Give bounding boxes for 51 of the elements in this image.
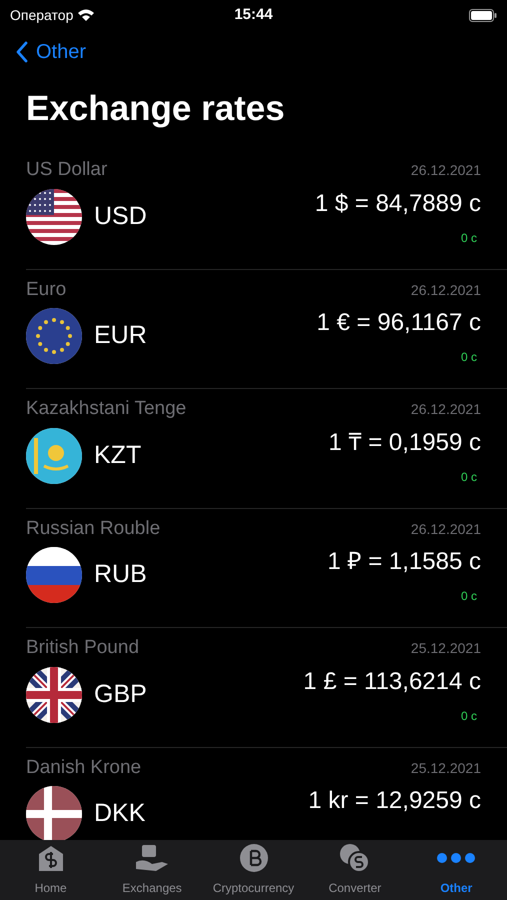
back-button[interactable]: Other: [0, 30, 102, 74]
carrier-name: Оператор: [10, 6, 74, 25]
rate-change: 0 с: [460, 468, 478, 486]
currency-name: Russian Rouble: [26, 516, 160, 540]
currency-name: Euro: [26, 278, 66, 302]
battery-icon: [469, 8, 497, 22]
exchange-rate: 1 ₽ = 1,1585 с: [328, 547, 481, 577]
more-icon: [436, 852, 476, 864]
tab-item[interactable]: Cryptocurrency: [202, 840, 304, 900]
rate-row[interactable]: Euro 26.12.2021 EUR 1 € = 96,1167 с 0 с: [26, 270, 507, 389]
chevron-left-icon: [16, 41, 28, 63]
rate-row[interactable]: Kazakhstani Tenge 26.12.2021 KZT 1 ₸ = 0,1959 с 0 с: [26, 389, 507, 508]
flag-icon: [26, 547, 82, 603]
exchange-rate: 1 £ = 113,6214 с: [303, 666, 481, 696]
exchange-rate: 1 € = 96,1167 с: [316, 308, 481, 338]
currency-name: Kazakhstani Tenge: [26, 397, 186, 421]
wifi-icon: [77, 8, 96, 22]
rate-row[interactable]: Russian Rouble 26.12.2021 RUB 1 ₽ = 1,1585 с 0 с: [26, 508, 507, 628]
currency-name: British Pound: [26, 636, 140, 660]
rate-date: 25.12.2021: [410, 758, 481, 778]
rate-date: 26.12.2021: [410, 400, 481, 419]
tab-item[interactable]: Home: [0, 840, 102, 900]
currency-code: RUB: [94, 559, 147, 590]
currency-code: EUR: [94, 320, 147, 352]
rate-date: 26.12.2021: [410, 280, 481, 300]
rate-date: 26.12.2021: [410, 520, 481, 538]
exchange-rate: 1 $ = 84,7889 с: [314, 188, 481, 218]
rate-date: 25.12.2021: [410, 639, 481, 658]
currency-code: USD: [94, 200, 147, 232]
bitcoin-icon: [240, 844, 268, 872]
exchange-rate: 1 ₸ = 0,1959 с: [328, 428, 481, 458]
currency-name: US Dollar: [26, 158, 108, 182]
currency-code: DKK: [94, 798, 146, 830]
tab-item[interactable]: Other: [406, 840, 507, 900]
currency-code: GBP: [94, 678, 147, 710]
rate-date: 26.12.2021: [410, 161, 481, 180]
flag-icon: [26, 786, 82, 840]
rate-change: 0 с: [460, 230, 478, 246]
exchange-rate: 1 kr = 12,9259 с: [308, 786, 481, 816]
hand-icon: [134, 844, 170, 872]
rate-change: 0 с: [460, 349, 478, 366]
page-title: Exchange rates: [25, 88, 286, 130]
rate-change: 0 с: [460, 708, 478, 724]
clock-time: 15:44: [234, 4, 273, 25]
rate-row[interactable]: British Pound 25.12.2021 GBP 1 £ = 113,6214 с 0 с: [26, 628, 507, 748]
rate-row[interactable]: US Dollar 26.12.2021 USD 1 $ = 84,7889 с 0 с: [26, 150, 507, 270]
currency-name: Danish Krone: [26, 756, 142, 780]
currency-code: KZT: [94, 440, 142, 471]
tab-item[interactable]: Converter: [304, 840, 406, 900]
tab-item[interactable]: Exchanges: [101, 840, 203, 900]
rate-change: 0 с: [460, 588, 478, 605]
